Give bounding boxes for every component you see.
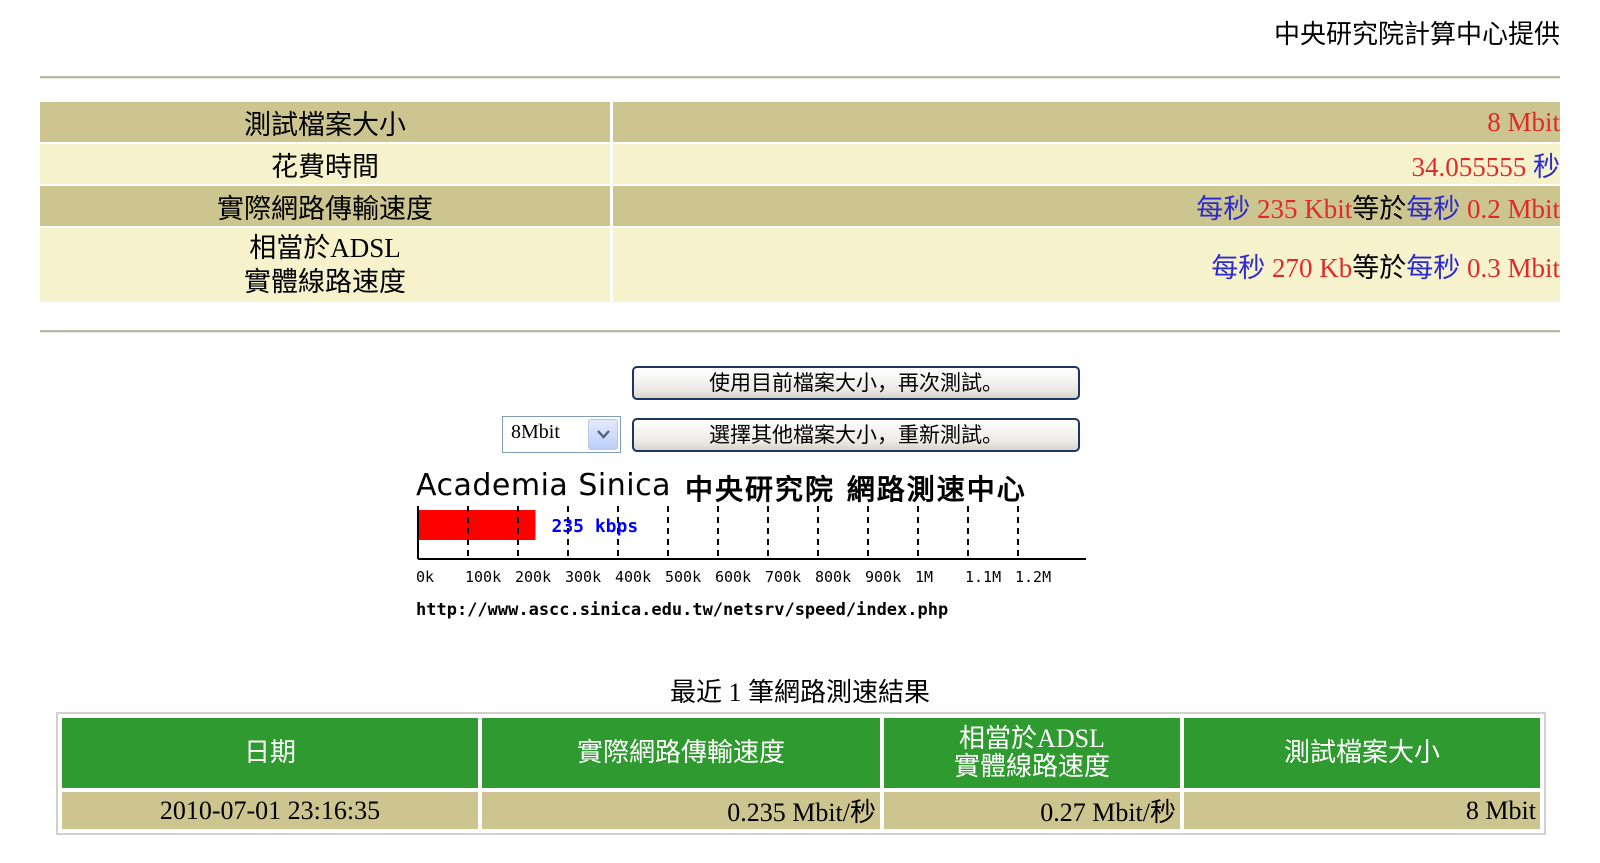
time-number: 34.055555 xyxy=(1411,151,1527,182)
bottom-divider xyxy=(40,330,1560,333)
speed-per2: 每秒 xyxy=(1406,193,1461,224)
speed-bar-chart: 235 kbps 0k 100k 200k 300k 400k 500k 600k 700k 80… xyxy=(416,506,1086,586)
tick-label: 600k xyxy=(715,568,751,586)
history-title: 最近 1 筆網路測速結果 xyxy=(669,678,930,707)
file-size-value: 8 Mbit xyxy=(613,102,1560,142)
speed-kbit: 235 Kbit xyxy=(1256,193,1353,224)
tick-label: 1.2M xyxy=(1015,568,1051,586)
new-size-test-button[interactable]: 選擇其他檔案大小，重新測試。 xyxy=(632,418,1080,452)
history-col-adsl-line2: 實體線路速度 xyxy=(953,752,1110,781)
tick-label: 900k xyxy=(865,568,901,586)
tick-label: 700k xyxy=(765,568,801,586)
history-col-date: 日期 xyxy=(62,718,478,788)
history-adsl-cell: 0.27 Mbit/秒 xyxy=(884,792,1180,829)
speed-equals: 等於 xyxy=(1352,193,1407,224)
history-col-size: 測試檔案大小 xyxy=(1184,718,1540,788)
file-size-select[interactable]: 8Mbit xyxy=(502,416,621,453)
adsl-equals: 等於 xyxy=(1352,252,1407,283)
adsl-row: 相當於ADSL 實體線路速度 每秒 270 Kb等於每秒 0.3 Mbit xyxy=(40,228,1560,302)
history-table: 日期 實際網路傳輸速度 相當於ADSL 實體線路速度 測試檔案大小 2010-07… xyxy=(56,712,1546,835)
history-speed-cell: 0.235 Mbit/秒 xyxy=(482,792,880,829)
speed-value-label: 235 kbps xyxy=(552,516,639,537)
history-header-row: 日期 實際網路傳輸速度 相當於ADSL 實體線路速度 測試檔案大小 xyxy=(62,718,1540,788)
tick-label: 0k xyxy=(416,568,434,586)
speed-label: 實際網路傳輸速度 xyxy=(40,186,613,226)
tick-label: 500k xyxy=(665,568,701,586)
top-divider xyxy=(40,76,1560,79)
table-row: 2010-07-01 23:16:35 0.235 Mbit/秒 0.27 Mb… xyxy=(62,792,1540,829)
meter-url: http://www.ascc.sinica.edu.tw/netsrv/spe… xyxy=(416,600,949,620)
adsl-value: 每秒 270 Kb等於每秒 0.3 Mbit xyxy=(613,228,1560,302)
adsl-kb: 270 Kb xyxy=(1271,252,1353,283)
tick-label: 200k xyxy=(515,568,551,586)
time-value: 34.055555 秒 xyxy=(613,144,1560,184)
adsl-mbit: 0.3 Mbit xyxy=(1466,252,1560,283)
history-col-adsl: 相當於ADSL 實體線路速度 xyxy=(884,718,1180,788)
adsl-per2: 每秒 xyxy=(1406,252,1461,283)
speed-meter: Academia Sinica 中央研究院 網路測速中心 235 kbps 0k 1… xyxy=(400,468,1120,628)
speed-row: 實際網路傳輸速度 每秒 235 Kbit等於每秒 0.2 Mbit xyxy=(40,186,1560,226)
speed-value: 每秒 235 Kbit等於每秒 0.2 Mbit xyxy=(613,186,1560,226)
tick-label: 100k xyxy=(465,568,501,586)
tick-label: 800k xyxy=(815,568,851,586)
speed-bar xyxy=(418,510,536,540)
adsl-label-line2: 實體線路速度 xyxy=(244,267,406,297)
time-unit: 秒 xyxy=(1533,151,1560,182)
retest-button[interactable]: 使用目前檔案大小，再次測試。 xyxy=(632,366,1080,400)
tick-label: 300k xyxy=(565,568,601,586)
speed-per1: 每秒 xyxy=(1196,193,1251,224)
adsl-per1: 每秒 xyxy=(1211,252,1266,283)
file-size-select-value: 8Mbit xyxy=(511,421,560,443)
history-size-cell: 8 Mbit xyxy=(1184,792,1540,829)
file-size-label: 測試檔案大小 xyxy=(40,102,613,142)
history-col-speed: 實際網路傳輸速度 xyxy=(482,718,880,788)
file-size-row: 測試檔案大小 8 Mbit xyxy=(40,102,1560,142)
provider-text: 中央研究院計算中心提供 xyxy=(1273,20,1560,49)
tick-label: 1M xyxy=(915,568,933,586)
tick-label: 400k xyxy=(615,568,651,586)
adsl-label: 相當於ADSL 實體線路速度 xyxy=(40,228,613,302)
speed-mbit: 0.2 Mbit xyxy=(1466,193,1560,224)
result-table: 測試檔案大小 8 Mbit 花費時間 34.055555 秒 實際網路傳輸速度 … xyxy=(40,100,1560,304)
tick-label: 1.1M xyxy=(965,568,1001,586)
time-label: 花費時間 xyxy=(40,144,613,184)
history-col-adsl-line1: 相當於ADSL xyxy=(959,724,1105,753)
chevron-down-icon[interactable] xyxy=(588,419,618,450)
adsl-label-line1: 相當於ADSL xyxy=(249,233,401,263)
history-date-cell: 2010-07-01 23:16:35 xyxy=(62,792,478,829)
time-row: 花費時間 34.055555 秒 xyxy=(40,144,1560,184)
